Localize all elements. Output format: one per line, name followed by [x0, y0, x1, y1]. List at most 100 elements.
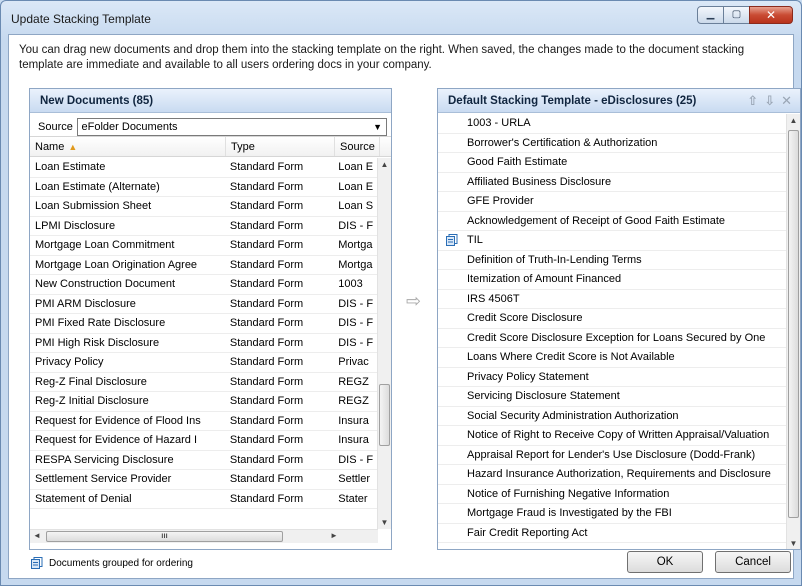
table-row[interactable]: LPMI Disclosure Standard Form DIS - F — [30, 217, 378, 236]
table-cell: Standard Form — [229, 200, 304, 212]
list-item-label: TIL — [467, 234, 483, 246]
table-row[interactable]: Mortgage Loan Origination Agree Standard … — [30, 256, 378, 275]
dropdown-arrow-icon: ▼ — [373, 121, 382, 132]
list-item[interactable]: Fair Credit Reporting Act — [438, 524, 787, 543]
documents-horizontal-scrollbar[interactable]: ◄ ııı ► — [30, 529, 378, 543]
table-row[interactable]: PMI High Risk Disclosure Standard Form DIS… — [30, 334, 378, 353]
move-up-icon[interactable]: ⇧ — [747, 93, 758, 109]
table-row[interactable]: PMI Fixed Rate Disclosure Standard Form DI… — [30, 314, 378, 334]
scroll-up-icon[interactable]: ▲ — [787, 116, 800, 125]
table-row[interactable]: Loan Submission Sheet Standard Form Loan S — [30, 197, 378, 217]
maximize-button[interactable]: ▢ — [723, 6, 750, 24]
template-scroll-thumb[interactable] — [788, 130, 799, 518]
documents-scroll-thumb[interactable] — [379, 384, 390, 446]
title-bar[interactable]: Update Stacking Template ▁ ▢ ✕ — [1, 1, 801, 35]
table-cell: Standard Form — [229, 356, 304, 368]
cancel-button[interactable]: Cancel — [715, 551, 791, 573]
table-cell: Mortga — [338, 239, 373, 251]
table-cell: 1003 — [338, 278, 363, 290]
list-item-label: Affiliated Business Disclosure — [467, 175, 612, 188]
list-item[interactable]: IRS 4506T — [438, 290, 787, 309]
list-item[interactable]: Privacy Policy Statement — [438, 368, 787, 387]
table-row[interactable]: Request for Evidence of Hazard I Standard… — [30, 431, 378, 451]
table-cell: Privacy Policy — [35, 356, 104, 368]
table-row[interactable]: Loan Estimate Standard Form Loan E — [30, 158, 378, 178]
list-item-label: Borrower's Certification & Authorization — [467, 136, 658, 149]
list-item[interactable]: Acknowledgement of Receipt of Good Faith… — [438, 212, 787, 231]
table-row[interactable]: RESPA Servicing Disclosure Standard Form D… — [30, 451, 378, 470]
ok-button[interactable]: OK — [627, 551, 703, 573]
move-down-icon[interactable]: ⇩ — [764, 93, 775, 109]
close-button[interactable]: ✕ — [749, 6, 793, 24]
table-cell: Standard Form — [229, 492, 304, 505]
table-row[interactable]: Privacy Policy Standard Form Privac — [30, 353, 378, 373]
table-cell: PMI Fixed Rate Disclosure — [35, 317, 166, 329]
table-cell: Standard Form — [229, 239, 304, 251]
move-right-arrow-icon[interactable]: ⇨ — [406, 291, 421, 312]
minimize-button[interactable]: ▁ — [697, 6, 724, 24]
remove-icon[interactable]: ✕ — [781, 93, 792, 109]
list-item[interactable]: Appraisal Report for Lender's Use Disclo… — [438, 446, 787, 465]
table-row[interactable]: New Construction Document Standard Form 10… — [30, 275, 378, 295]
list-item-label: Loans Where Credit Score is Not Availabl… — [467, 351, 675, 363]
table-cell: DIS - F — [338, 453, 374, 466]
table-cell: Standard Form — [229, 297, 304, 310]
list-item[interactable]: Notice of Right to Receive Copy of Writt… — [438, 426, 787, 446]
table-cell: Settlement Service Provider — [35, 473, 172, 485]
list-item[interactable]: Itemization of Amount Financed — [438, 270, 787, 290]
source-dropdown-value: eFolder Documents — [81, 120, 178, 133]
list-item[interactable]: Notice of Furnishing Negative Informatio… — [438, 485, 787, 504]
list-item[interactable]: Servicing Disclosure Statement — [438, 387, 787, 407]
template-vertical-scrollbar[interactable]: ▲ ▼ — [786, 114, 800, 549]
documents-hscroll-thumb[interactable]: ııı — [46, 531, 283, 542]
list-item[interactable]: Credit Score Disclosure Exception for Lo… — [438, 329, 787, 348]
list-item[interactable]: Loans Where Credit Score is Not Availabl… — [438, 348, 787, 368]
list-item[interactable]: Definition of Truth-In-Lending Terms — [438, 251, 787, 270]
table-cell: DIS - F — [338, 336, 374, 349]
table-row[interactable]: PMI ARM Disclosure Standard Form DIS - F — [30, 295, 378, 314]
scroll-up-icon[interactable]: ▲ — [378, 160, 391, 169]
list-item[interactable]: Credit Score Disclosure — [438, 309, 787, 329]
table-row[interactable]: Loan Estimate (Alternate) Standard Form Lo… — [30, 178, 378, 197]
table-cell: Standard Form — [229, 219, 304, 232]
table-cell: Statement of Denial — [35, 492, 132, 505]
table-cell: REGZ — [338, 395, 369, 407]
scroll-left-icon[interactable]: ◄ — [33, 531, 41, 540]
stacking-template-header: Default Stacking Template - eDisclosures… — [438, 89, 800, 113]
column-header-name[interactable]: Name ▲ — [30, 137, 226, 156]
legend: Documents grouped for ordering — [31, 557, 193, 569]
documents-vertical-scrollbar[interactable]: ▲ ▼ — [377, 158, 391, 529]
table-cell: Reg-Z Initial Disclosure — [35, 395, 149, 407]
source-dropdown[interactable]: eFolder Documents ▼ — [76, 117, 387, 136]
list-item[interactable]: Mortgage Fraud is Investigated by the FB… — [438, 504, 787, 524]
list-item[interactable]: Borrower's Certification & Authorization — [438, 134, 787, 153]
list-item[interactable]: Social Security Administration Authoriza… — [438, 407, 787, 426]
list-item[interactable]: Affiliated Business Disclosure — [438, 173, 787, 192]
scroll-right-icon[interactable]: ► — [330, 531, 338, 540]
scroll-down-icon[interactable]: ▼ — [787, 539, 800, 548]
stacking-template-panel: Default Stacking Template - eDisclosures… — [437, 88, 801, 550]
table-row[interactable]: Request for Evidence of Flood Ins Standar… — [30, 412, 378, 431]
list-item[interactable]: Good Faith Estimate — [438, 153, 787, 173]
legend-text: Documents grouped for ordering — [49, 557, 193, 569]
dialog-body: You can drag new documents and drop them… — [8, 34, 801, 579]
column-header-type[interactable]: Type — [226, 137, 335, 156]
scroll-down-icon[interactable]: ▼ — [378, 518, 391, 527]
list-item[interactable]: TIL — [438, 231, 787, 251]
table-row[interactable]: Reg-Z Final Disclosure Standard Form REGZ — [30, 373, 378, 392]
template-tools: ⇧ ⇩ ✕ — [747, 93, 792, 109]
list-item[interactable]: 1003 - URLA — [438, 114, 787, 134]
list-item[interactable]: GFE Provider — [438, 192, 787, 212]
table-row[interactable]: Reg-Z Initial Disclosure Standard Form REG… — [30, 392, 378, 412]
column-header-source[interactable]: Source — [335, 137, 380, 156]
table-row[interactable]: Settlement Service Provider Standard Form… — [30, 470, 378, 490]
stacking-template-title: Default Stacking Template - eDisclosures… — [448, 95, 697, 107]
table-cell: Standard Form — [229, 434, 304, 446]
table-cell: Standard Form — [229, 278, 304, 290]
table-cell: REGZ — [338, 375, 369, 388]
table-row[interactable]: Statement of Denial Standard Form Stater — [30, 490, 378, 509]
list-item[interactable]: Hazard Insurance Authorization, Requirem… — [438, 465, 787, 485]
table-cell: Request for Evidence of Flood Ins — [35, 414, 201, 427]
source-label: Source — [38, 120, 73, 133]
table-row[interactable]: Mortgage Loan Commitment Standard Form Mor… — [30, 236, 378, 256]
